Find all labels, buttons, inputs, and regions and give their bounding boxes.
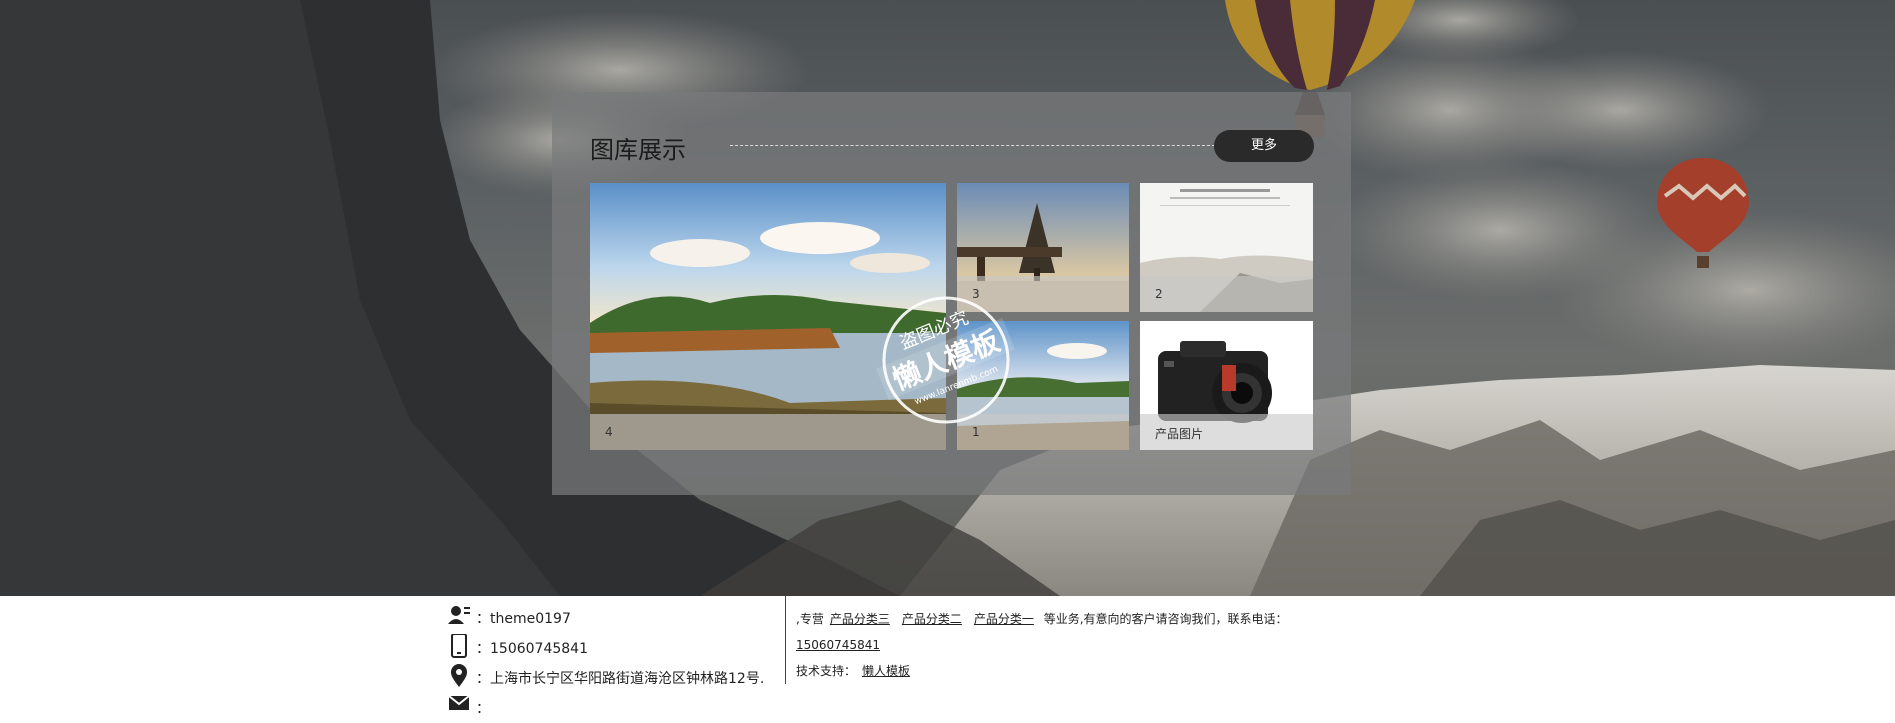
gallery-title: 图库展示 [590, 136, 686, 164]
footer-intro: ,专营 产品分类三 产品分类二 产品分类一 等业务,有意向的客户请咨询我们，联系电话：… [796, 606, 1336, 684]
intro-prefix: ,专营 [796, 612, 824, 626]
user-icon [448, 606, 470, 624]
contact-qq-text: ：theme0197 [476, 611, 571, 627]
gallery-item-caption: 2 [1155, 287, 1163, 301]
category-link-1[interactable]: 产品分类一 [974, 612, 1034, 626]
support-link[interactable]: 懒人模板 [862, 664, 910, 678]
hot-air-balloon-small-image [1657, 158, 1749, 268]
hero-background: 图库展示 更多 4 3 2 1 产品图片 盗图必究 懒人模板 www.lanre… [0, 0, 1895, 596]
gallery-item-product[interactable]: 产品图片 [1140, 321, 1313, 450]
phone-icon [451, 634, 467, 658]
contact-address-text: ：上海市长宁区华阳路街道海沧区钟林路12号. [476, 671, 765, 687]
footer: ：theme0197 ：15060745841 ：上海市长宁区华阳路街道海沧区钟… [0, 596, 1895, 723]
mail-icon [448, 695, 470, 710]
support-label: 技术支持： [796, 664, 857, 678]
contact-mail-text: ： [476, 701, 490, 717]
location-icon [451, 664, 467, 687]
gallery-item-2[interactable]: 2 [1140, 183, 1313, 312]
more-button[interactable]: 更多 [1214, 130, 1314, 162]
footer-divider [785, 596, 786, 684]
contact-phone-text: ：15060745841 [476, 641, 588, 657]
phone-link[interactable]: 15060745841 [796, 638, 880, 652]
intro-suffix: 等业务,有意向的客户请咨询我们，联系电话： [1043, 612, 1288, 626]
gallery-item-caption: 4 [605, 425, 613, 439]
watermark-stamp: 盗图必究 懒人模板 www.lanrenmb.com [876, 296, 1016, 424]
title-divider [730, 145, 1220, 146]
category-link-3[interactable]: 产品分类三 [830, 612, 890, 626]
category-link-2[interactable]: 产品分类二 [902, 612, 962, 626]
gallery-item-caption: 产品图片 [1155, 427, 1204, 441]
